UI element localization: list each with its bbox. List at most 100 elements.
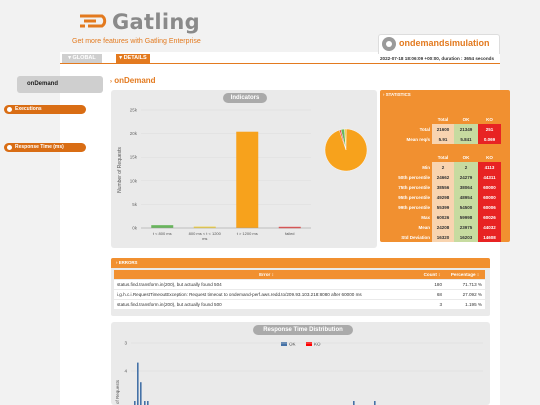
cell-ko: 14608 [478, 232, 501, 242]
table-row: 75th percentile 38556 38064 60000 [380, 182, 501, 192]
indicators-title: Indicators [223, 93, 267, 103]
column-header-error[interactable]: Error ↕ [114, 270, 419, 279]
cell-total: 21600 [432, 124, 454, 134]
table-row: status.find.transform.in(200), but actua… [114, 280, 485, 289]
row-label: Std Deviation [401, 234, 430, 240]
row-label: Min [422, 164, 430, 170]
x-tick-label: ms [202, 236, 207, 241]
row-label: Max [421, 214, 430, 220]
cell-ko: 44311 [478, 172, 501, 182]
tab-divider [60, 63, 500, 64]
cell-ko: 60006 [478, 202, 501, 212]
y-tick-label: 10k [130, 178, 138, 183]
legend-ok-label: OK [289, 342, 296, 347]
cell-ok: 38064 [454, 182, 478, 192]
cell-total: 5.91 [432, 134, 454, 144]
distribution-title: Response Time Distribution [253, 325, 353, 335]
cell-ko: 251 [478, 124, 501, 134]
cell-total: 24662 [432, 172, 454, 182]
cell-ko: 60000 [478, 192, 501, 202]
tab-details-label: DETAILS [123, 55, 147, 61]
cell-ok: 23975 [454, 222, 478, 232]
cell-ok: 2 [454, 162, 478, 172]
simulation-name: ondemandsimulation [399, 38, 490, 48]
executions-label: Executions [4, 105, 86, 114]
table-row: 95th percentile 49298 48954 60000 [380, 192, 501, 202]
column-header-percentage[interactable]: Percentage ↕ [445, 270, 485, 279]
chevron-right-icon: › [110, 79, 112, 85]
y-axis-label: of Requests [115, 379, 120, 404]
y-tick-label: 4 [124, 369, 127, 374]
x-tick-label: failed [285, 231, 295, 236]
table-row: Min 2 2 4113 [380, 162, 501, 172]
row-label: 75th percentile [398, 184, 430, 190]
cell-total: 49298 [432, 192, 454, 202]
column-header: Total [437, 154, 449, 160]
column-header: OK [462, 116, 470, 122]
errors-panel: › ERRORS Error ↕ Count ↕ Percentage ↕ st… [111, 258, 490, 316]
cell-total: 55399 [432, 202, 454, 212]
error-percentage: 1.195 % [445, 300, 485, 309]
column-header: OK [462, 154, 470, 160]
cell-ok: 54500 [454, 202, 478, 212]
cell-ok: 24279 [454, 172, 478, 182]
request-title-text: onDemand [114, 76, 156, 85]
table-row: Mean req/s 5.91 5.841 0.069 [380, 134, 501, 144]
cell-total: 16320 [432, 232, 454, 242]
cell-total: 2 [432, 162, 454, 172]
dist-bar-ok [137, 362, 139, 405]
y-tick-label: 25k [130, 108, 138, 113]
column-header: Total [437, 116, 449, 122]
table-row: 99th percentile 55399 54500 60006 [380, 202, 501, 212]
sidebar-item-ondemand[interactable]: onDemand [17, 76, 103, 93]
legend-ok-swatch [281, 342, 287, 346]
distribution-panel: OK KO 3 4 of Requests Response Time Distribu… [111, 322, 490, 405]
row-label: 99th percentile [398, 204, 430, 210]
bar-0 [151, 225, 174, 228]
cell-ko: 60026 [478, 212, 501, 222]
error-message: i.g.h.c.i.RequestTimeoutException: Reque… [114, 290, 419, 299]
dist-bar-ok [140, 382, 142, 405]
error-percentage: 71.713 % [445, 280, 485, 289]
table-row: Total OK KO [380, 152, 501, 162]
tab-global-label: GLOBAL [72, 55, 96, 61]
table-row: Error ↕ Count ↕ Percentage ↕ [114, 270, 485, 279]
cell-ok: 5.841 [454, 134, 478, 144]
cell-total: 38556 [432, 182, 454, 192]
cell-ko: 60000 [478, 182, 501, 192]
cell-ok: 21349 [454, 124, 478, 134]
cell-total: 60026 [432, 212, 454, 222]
statistics-panel: › STATISTICS Total OK KO Total 21600 213… [380, 90, 510, 242]
gatling-logo-icon [80, 14, 107, 28]
table-row: Mean 24208 23975 44032 [380, 222, 501, 232]
row-label: 95th percentile [398, 194, 430, 200]
cell-ko: 44032 [478, 222, 501, 232]
x-tick-label: t < 800 ms [153, 231, 172, 236]
y-tick-label: 20k [130, 131, 138, 136]
error-message: status.find.transform.in(200), but actua… [114, 280, 419, 289]
y-tick-label: 3 [124, 341, 127, 346]
logo-text: Gatling [112, 10, 200, 34]
column-header-count[interactable]: Count ↕ [419, 270, 445, 279]
cell-ok: 16203 [454, 232, 478, 242]
table-row: i.g.h.c.i.RequestTimeoutException: Reque… [114, 290, 485, 299]
executions-table: Total OK KO Total 21600 21349 251 Mean r… [380, 114, 501, 144]
dist-bar-ok [374, 401, 376, 405]
table-row: Total OK KO [380, 114, 501, 124]
row-label: Mean req/s [406, 136, 430, 142]
enterprise-link[interactable]: Get more features with Gatling Enterpris… [72, 38, 201, 45]
tab-details[interactable]: ▾ DETAILS [116, 54, 150, 63]
errors-heading: › ERRORS [111, 258, 490, 268]
row-label: Total [419, 126, 430, 132]
gatling-logo[interactable]: Gatling [78, 10, 200, 34]
error-count: 68 [419, 290, 445, 299]
column-header: KO [486, 154, 493, 160]
cell-ok: 48954 [454, 192, 478, 202]
table-row: Total 21600 21349 251 [380, 124, 501, 134]
column-header: KO [486, 116, 493, 122]
error-message: status.find.transform.in(200), but actua… [114, 300, 419, 309]
table-row: Max 60026 59998 60026 [380, 212, 501, 222]
simulation-icon [382, 37, 396, 51]
tab-global[interactable]: ▾ GLOBAL [62, 54, 102, 63]
cell-ok: 59998 [454, 212, 478, 222]
